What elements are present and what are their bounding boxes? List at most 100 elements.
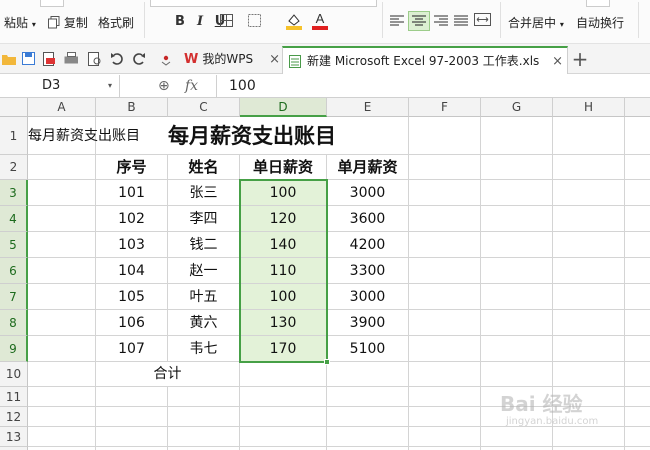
font-name-box[interactable] bbox=[150, 0, 377, 7]
cell-f9[interactable] bbox=[409, 336, 481, 362]
cell-b8[interactable]: 106 bbox=[96, 310, 168, 336]
align-center-button[interactable] bbox=[408, 11, 430, 31]
chevron-down-icon[interactable]: ▾ bbox=[108, 75, 112, 97]
tab-my-wps[interactable]: W 我的WPS × bbox=[184, 46, 280, 73]
column-header-g[interactable]: G bbox=[481, 98, 553, 117]
export-pdf-icon[interactable] bbox=[42, 52, 56, 66]
cell-h1[interactable] bbox=[553, 117, 625, 155]
cell-x10[interactable] bbox=[625, 362, 650, 387]
cell-e3[interactable]: 3000 bbox=[327, 180, 409, 206]
column-header-h[interactable]: H bbox=[553, 98, 625, 117]
cell-g11[interactable] bbox=[481, 387, 553, 407]
column-header-e[interactable]: E bbox=[327, 98, 409, 117]
cell-h12[interactable] bbox=[553, 407, 625, 427]
insert-function-button[interactable]: fx bbox=[185, 76, 198, 96]
cell-c7[interactable]: 叶五 bbox=[168, 284, 240, 310]
close-icon[interactable]: × bbox=[552, 48, 563, 75]
cell-c6[interactable]: 赵一 bbox=[168, 258, 240, 284]
spreadsheet-grid[interactable]: A B C D E F G H 1 2 3 4 5 6 7 8 9 10 11 … bbox=[0, 98, 650, 450]
cell-x13[interactable] bbox=[625, 427, 650, 447]
row-header-7[interactable]: 7 bbox=[0, 284, 28, 310]
cell-d5[interactable]: 140 bbox=[240, 232, 327, 258]
header-b2[interactable]: 序号 bbox=[96, 155, 168, 180]
row-header-6[interactable]: 6 bbox=[0, 258, 28, 284]
cell-x6[interactable] bbox=[625, 258, 650, 284]
cell-c11[interactable] bbox=[168, 387, 240, 407]
sheet-title[interactable]: 每月薪资支出账目 bbox=[96, 117, 409, 155]
cell-c5[interactable]: 钱二 bbox=[168, 232, 240, 258]
cell-x7[interactable] bbox=[625, 284, 650, 310]
cell-g10[interactable] bbox=[481, 362, 553, 387]
border-icon[interactable] bbox=[220, 14, 234, 28]
cell-d4[interactable]: 120 bbox=[240, 206, 327, 232]
cell-h13[interactable] bbox=[553, 427, 625, 447]
column-header-c[interactable]: C bbox=[168, 98, 240, 117]
cell-g2[interactable] bbox=[481, 155, 553, 180]
cell-h5[interactable] bbox=[553, 232, 625, 258]
close-icon[interactable]: × bbox=[269, 46, 280, 73]
cell-e13[interactable] bbox=[327, 427, 409, 447]
wrap-text-button[interactable]: 自动换行 bbox=[576, 14, 624, 31]
cell-g12[interactable] bbox=[481, 407, 553, 427]
cell-g6[interactable] bbox=[481, 258, 553, 284]
cell-f10[interactable] bbox=[409, 362, 481, 387]
open-folder-icon[interactable] bbox=[2, 52, 16, 66]
cell-h9[interactable] bbox=[553, 336, 625, 362]
cell-a11[interactable] bbox=[28, 387, 96, 407]
format-painter-button[interactable]: 格式刷 bbox=[98, 14, 134, 31]
cell-x4[interactable] bbox=[625, 206, 650, 232]
cell-f8[interactable] bbox=[409, 310, 481, 336]
cell-g9[interactable] bbox=[481, 336, 553, 362]
cell-a2[interactable] bbox=[28, 155, 96, 180]
cell-d13[interactable] bbox=[240, 427, 327, 447]
customize-toolbar-icon[interactable] bbox=[160, 52, 174, 66]
column-header-a[interactable]: A bbox=[28, 98, 96, 117]
cell-h2[interactable] bbox=[553, 155, 625, 180]
cell-e6[interactable]: 3300 bbox=[327, 258, 409, 284]
cell-h7[interactable] bbox=[553, 284, 625, 310]
cell-g5[interactable] bbox=[481, 232, 553, 258]
cell-f5[interactable] bbox=[409, 232, 481, 258]
cell-f4[interactable] bbox=[409, 206, 481, 232]
cell-b3[interactable]: 101 bbox=[96, 180, 168, 206]
fill-color-icon[interactable] bbox=[286, 12, 302, 30]
cell-c13[interactable] bbox=[168, 427, 240, 447]
cell-g1[interactable] bbox=[481, 117, 553, 155]
cell-e11[interactable] bbox=[327, 387, 409, 407]
cell-d11[interactable] bbox=[240, 387, 327, 407]
cell-f13[interactable] bbox=[409, 427, 481, 447]
distribute-icon[interactable] bbox=[474, 13, 492, 27]
print-preview-icon[interactable] bbox=[88, 52, 102, 66]
cell-h4[interactable] bbox=[553, 206, 625, 232]
redo-icon[interactable] bbox=[132, 52, 146, 66]
cell-f3[interactable] bbox=[409, 180, 481, 206]
cell-a13[interactable] bbox=[28, 427, 96, 447]
cell-x8[interactable] bbox=[625, 310, 650, 336]
justify-icon[interactable] bbox=[454, 15, 468, 27]
cell-x11[interactable] bbox=[625, 387, 650, 407]
cell-d3[interactable]: 100 bbox=[240, 180, 327, 206]
cell-e4[interactable]: 3600 bbox=[327, 206, 409, 232]
cell-b11[interactable] bbox=[96, 387, 168, 407]
merge-center-button[interactable]: 合并居中 ▾ bbox=[508, 14, 564, 31]
zoom-icon[interactable]: ⊕ bbox=[158, 76, 170, 96]
cell-g13[interactable] bbox=[481, 427, 553, 447]
cell-c12[interactable] bbox=[168, 407, 240, 427]
row-header-10[interactable]: 10 bbox=[0, 362, 28, 387]
cell-d8[interactable]: 130 bbox=[240, 310, 327, 336]
cell-b4[interactable]: 102 bbox=[96, 206, 168, 232]
cell-b7[interactable]: 105 bbox=[96, 284, 168, 310]
paste-button[interactable]: 粘贴 ▾ bbox=[4, 14, 36, 31]
cell-e9[interactable]: 5100 bbox=[327, 336, 409, 362]
cell-a5[interactable] bbox=[28, 232, 96, 258]
cell-a3[interactable] bbox=[28, 180, 96, 206]
align-left-icon[interactable] bbox=[390, 15, 404, 27]
new-tab-button[interactable]: + bbox=[568, 46, 592, 73]
row-header-5[interactable]: 5 bbox=[0, 232, 28, 258]
cell-f7[interactable] bbox=[409, 284, 481, 310]
row-header-3[interactable]: 3 bbox=[0, 180, 28, 206]
cell-x12[interactable] bbox=[625, 407, 650, 427]
tab-excel-workbook[interactable]: 新建 Microsoft Excel 97-2003 工作表.xls × bbox=[282, 46, 568, 75]
cell-d7[interactable]: 100 bbox=[240, 284, 327, 310]
bold-button[interactable]: B bbox=[172, 13, 188, 31]
